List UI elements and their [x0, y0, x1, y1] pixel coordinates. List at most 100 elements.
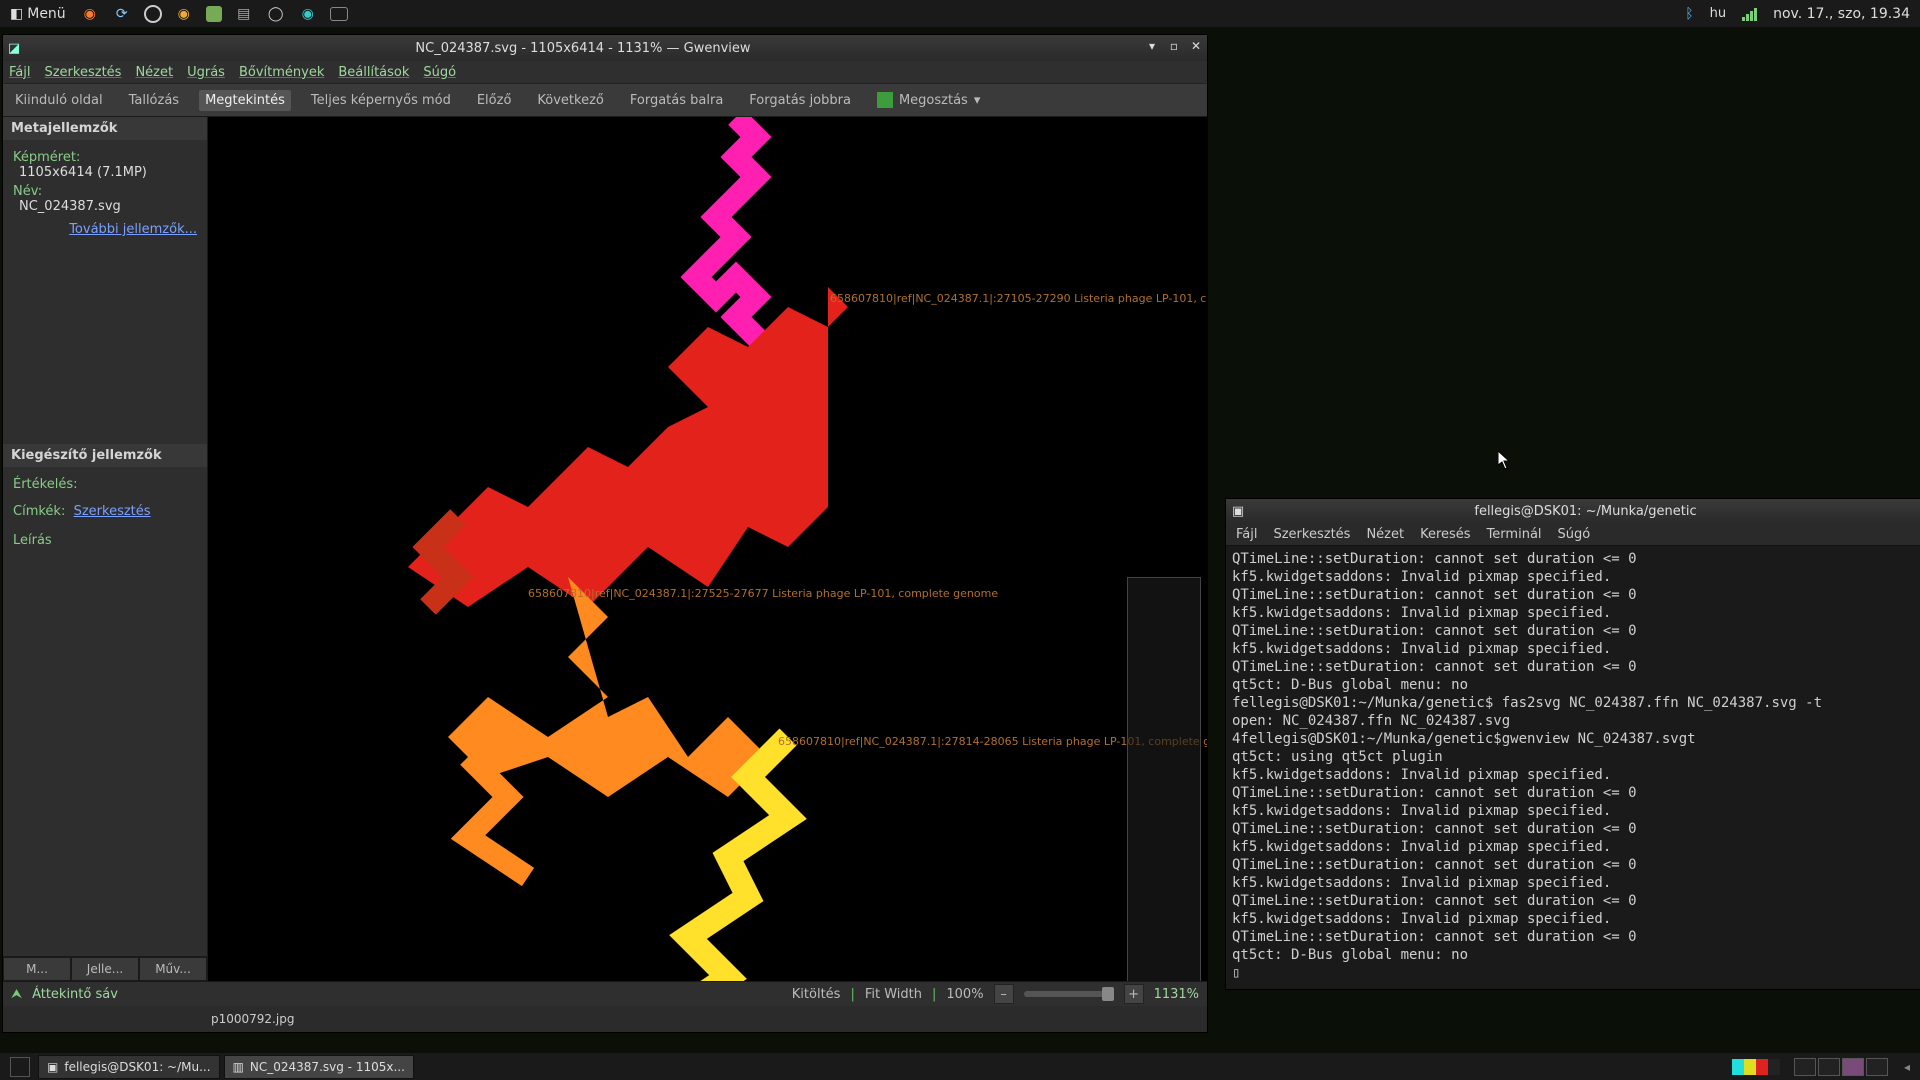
menu-file[interactable]: Fájl: [9, 65, 30, 80]
zoom-in-button[interactable]: +: [1124, 984, 1144, 1004]
toolbar-share[interactable]: Megosztás ▾: [871, 89, 986, 111]
chevron-down-icon: ▾: [974, 93, 981, 108]
close-button[interactable]: ✕: [1187, 39, 1205, 57]
circle-icon[interactable]: ◯: [266, 4, 286, 24]
show-desktop-button[interactable]: [10, 1057, 30, 1077]
network-icon[interactable]: [1742, 7, 1757, 21]
status-100pct[interactable]: 100%: [946, 987, 983, 1002]
extra-desc-label: Leírás: [13, 533, 197, 548]
toolbar-browse[interactable]: Tallózás: [123, 90, 186, 111]
meta-name-value: NC_024387.svg: [13, 199, 197, 214]
app-menu-button[interactable]: ◧ Menü: [0, 0, 76, 27]
terminal-title: fellegis@DSK01: ~/Munka/genetic: [1250, 504, 1920, 519]
thumbnail-strip[interactable]: p1000792.jpg: [3, 1006, 1207, 1032]
window-icon[interactable]: [330, 7, 348, 21]
taskbar-task-terminal[interactable]: ▣ fellegis@DSK01: ~/Mu...: [38, 1055, 220, 1079]
meta-name-label: Név:: [13, 184, 197, 199]
menu-icon: ◧: [10, 6, 23, 22]
status-fill[interactable]: Kitöltés: [792, 987, 841, 1002]
reload-icon[interactable]: ⟳: [112, 4, 132, 24]
share-icon: [877, 92, 893, 108]
toolbar-prev[interactable]: Előző: [471, 90, 518, 111]
firefox-icon[interactable]: ◉: [80, 4, 100, 24]
sidebar-tab-info[interactable]: Jelle...: [71, 957, 139, 981]
top-panel: ◧ Menü ◉ ⟳ ◉ ▤ ◯ ◉ ᛒ hu nov. 17., szo, 1…: [0, 0, 1920, 27]
term-menu-search[interactable]: Keresés: [1420, 527, 1470, 542]
calc-icon[interactable]: [206, 6, 222, 22]
minimap[interactable]: [1127, 577, 1201, 981]
meta-more-link[interactable]: További jellemzők...: [69, 222, 197, 237]
status-zoom-value: 1131%: [1154, 987, 1199, 1002]
record-icon[interactable]: [144, 5, 162, 23]
term-menu-help[interactable]: Súgó: [1558, 527, 1591, 542]
menu-label: Menü: [27, 6, 65, 22]
term-menu-view[interactable]: Nézet: [1366, 527, 1404, 542]
zoom-out-button[interactable]: –: [994, 984, 1014, 1004]
minimize-button[interactable]: ▾: [1143, 39, 1161, 57]
menu-view[interactable]: Nézet: [135, 65, 173, 80]
mouse-cursor: [1498, 451, 1512, 471]
toolbar-start[interactable]: Kiinduló oldal: [9, 90, 109, 111]
sidebar-meta-header: Metajellemzők: [3, 117, 207, 140]
sidebar-extra-body: Értékelés: Címkék: Szerkesztés Leírás: [3, 467, 207, 554]
task-label: NC_024387.svg - 1105x...: [250, 1060, 405, 1074]
terminal-menubar: Fájl Szerkesztés Nézet Keresés Terminál …: [1226, 523, 1920, 546]
menu-go[interactable]: Ugrás: [187, 65, 225, 80]
meta-size-label: Képméret:: [13, 150, 197, 165]
menu-help[interactable]: Súgó: [423, 65, 456, 80]
term-menu-edit[interactable]: Szerkesztés: [1273, 527, 1350, 542]
window-titlebar[interactable]: ◪ NC_024387.svg - 1105x6414 - 1131% — Gw…: [3, 35, 1207, 61]
terminal-window: ▣ fellegis@DSK01: ~/Munka/genetic Fájl S…: [1225, 498, 1920, 990]
image-viewport[interactable]: 658607810|ref|NC_024387.1|:27105-27290 L…: [208, 117, 1207, 981]
terminal-titlebar[interactable]: ▣ fellegis@DSK01: ~/Munka/genetic: [1226, 499, 1920, 523]
status-fit-width[interactable]: Fit Width: [865, 987, 922, 1002]
app-icon: ◪: [3, 41, 25, 56]
panel-tray-left: ◉ ⟳ ◉ ▤ ◯ ◉: [76, 4, 352, 24]
window-title: NC_024387.svg - 1105x6414 - 1131% — Gwen…: [25, 41, 1141, 56]
toolbar-rotate-left[interactable]: Forgatás balra: [624, 90, 729, 111]
menu-edit[interactable]: Szerkesztés: [44, 65, 121, 80]
terminal-output[interactable]: QTimeLine::setDuration: cannot set durat…: [1226, 546, 1920, 989]
image-annotation-b: 658607810|ref|NC_024387.1|:27525-27677 L…: [528, 587, 998, 600]
gwenview-window: ◪ NC_024387.svg - 1105x6414 - 1131% — Gw…: [2, 34, 1208, 1033]
svg-image: [208, 117, 1207, 981]
menubar: Fájl Szerkesztés Nézet Ugrás Bővítmények…: [3, 61, 1207, 84]
workspace-pager[interactable]: [1794, 1058, 1888, 1076]
taskbar-task-gwenview[interactable]: ▥ NC_024387.svg - 1105x...: [224, 1055, 414, 1079]
bluetooth-icon[interactable]: ᛒ: [1685, 6, 1693, 22]
chat-icon[interactable]: ◉: [174, 4, 194, 24]
sidebar: Metajellemzők Képméret: 1105x6414 (7.1MP…: [3, 117, 208, 981]
extra-tags-edit[interactable]: Szerkesztés: [74, 504, 151, 519]
sidebar-extra-header: Kiegészítő jellemzők: [3, 444, 207, 467]
image-annotation-a: 658607810|ref|NC_024387.1|:27105-27290 L…: [830, 292, 1207, 305]
files-icon[interactable]: ▤: [234, 4, 254, 24]
taskbar-color-swatches[interactable]: [1732, 1059, 1780, 1075]
clock[interactable]: nov. 17., szo, 19.34: [1773, 6, 1910, 22]
toolbar-view[interactable]: Megtekintés: [199, 90, 291, 111]
term-menu-file[interactable]: Fájl: [1236, 527, 1257, 542]
sidebar-tab-folders[interactable]: M...: [3, 957, 71, 981]
task-label: fellegis@DSK01: ~/Mu...: [64, 1060, 210, 1074]
thumbnail-filename: p1000792.jpg: [211, 1012, 294, 1026]
toolbar-next[interactable]: Következő: [531, 90, 609, 111]
menu-plugins[interactable]: Bővítmények: [239, 65, 324, 80]
globe-icon[interactable]: ◉: [298, 4, 318, 24]
tray-expand-icon[interactable]: ◂: [1904, 1060, 1910, 1074]
image-icon: ▥: [233, 1060, 244, 1074]
thumbstrip-label[interactable]: Áttekintő sáv: [32, 987, 118, 1002]
term-menu-terminal[interactable]: Terminál: [1487, 527, 1542, 542]
toolbar-rotate-right[interactable]: Forgatás jobbra: [743, 90, 857, 111]
sidebar-tab-ops[interactable]: Műv...: [139, 957, 207, 981]
extra-tags-label: Címkék: Szerkesztés: [13, 504, 197, 519]
maximize-button[interactable]: ▫: [1165, 39, 1183, 57]
sidebar-tabs: M... Jelle... Műv...: [3, 956, 207, 981]
thumbstrip-toggle-icon[interactable]: ⮝: [11, 987, 22, 1002]
statusbar: ⮝ Áttekintő sáv Kitöltés | Fit Width | 1…: [3, 981, 1207, 1006]
menu-settings[interactable]: Beállítások: [338, 65, 409, 80]
keyboard-layout[interactable]: hu: [1710, 6, 1726, 21]
toolbar-fullscreen[interactable]: Teljes képernyős mód: [305, 90, 457, 111]
taskbar: ▣ fellegis@DSK01: ~/Mu... ▥ NC_024387.sv…: [0, 1053, 1920, 1080]
extra-rating-label: Értékelés:: [13, 477, 197, 492]
terminal-icon: ▣: [47, 1060, 58, 1074]
zoom-slider[interactable]: [1024, 991, 1114, 997]
